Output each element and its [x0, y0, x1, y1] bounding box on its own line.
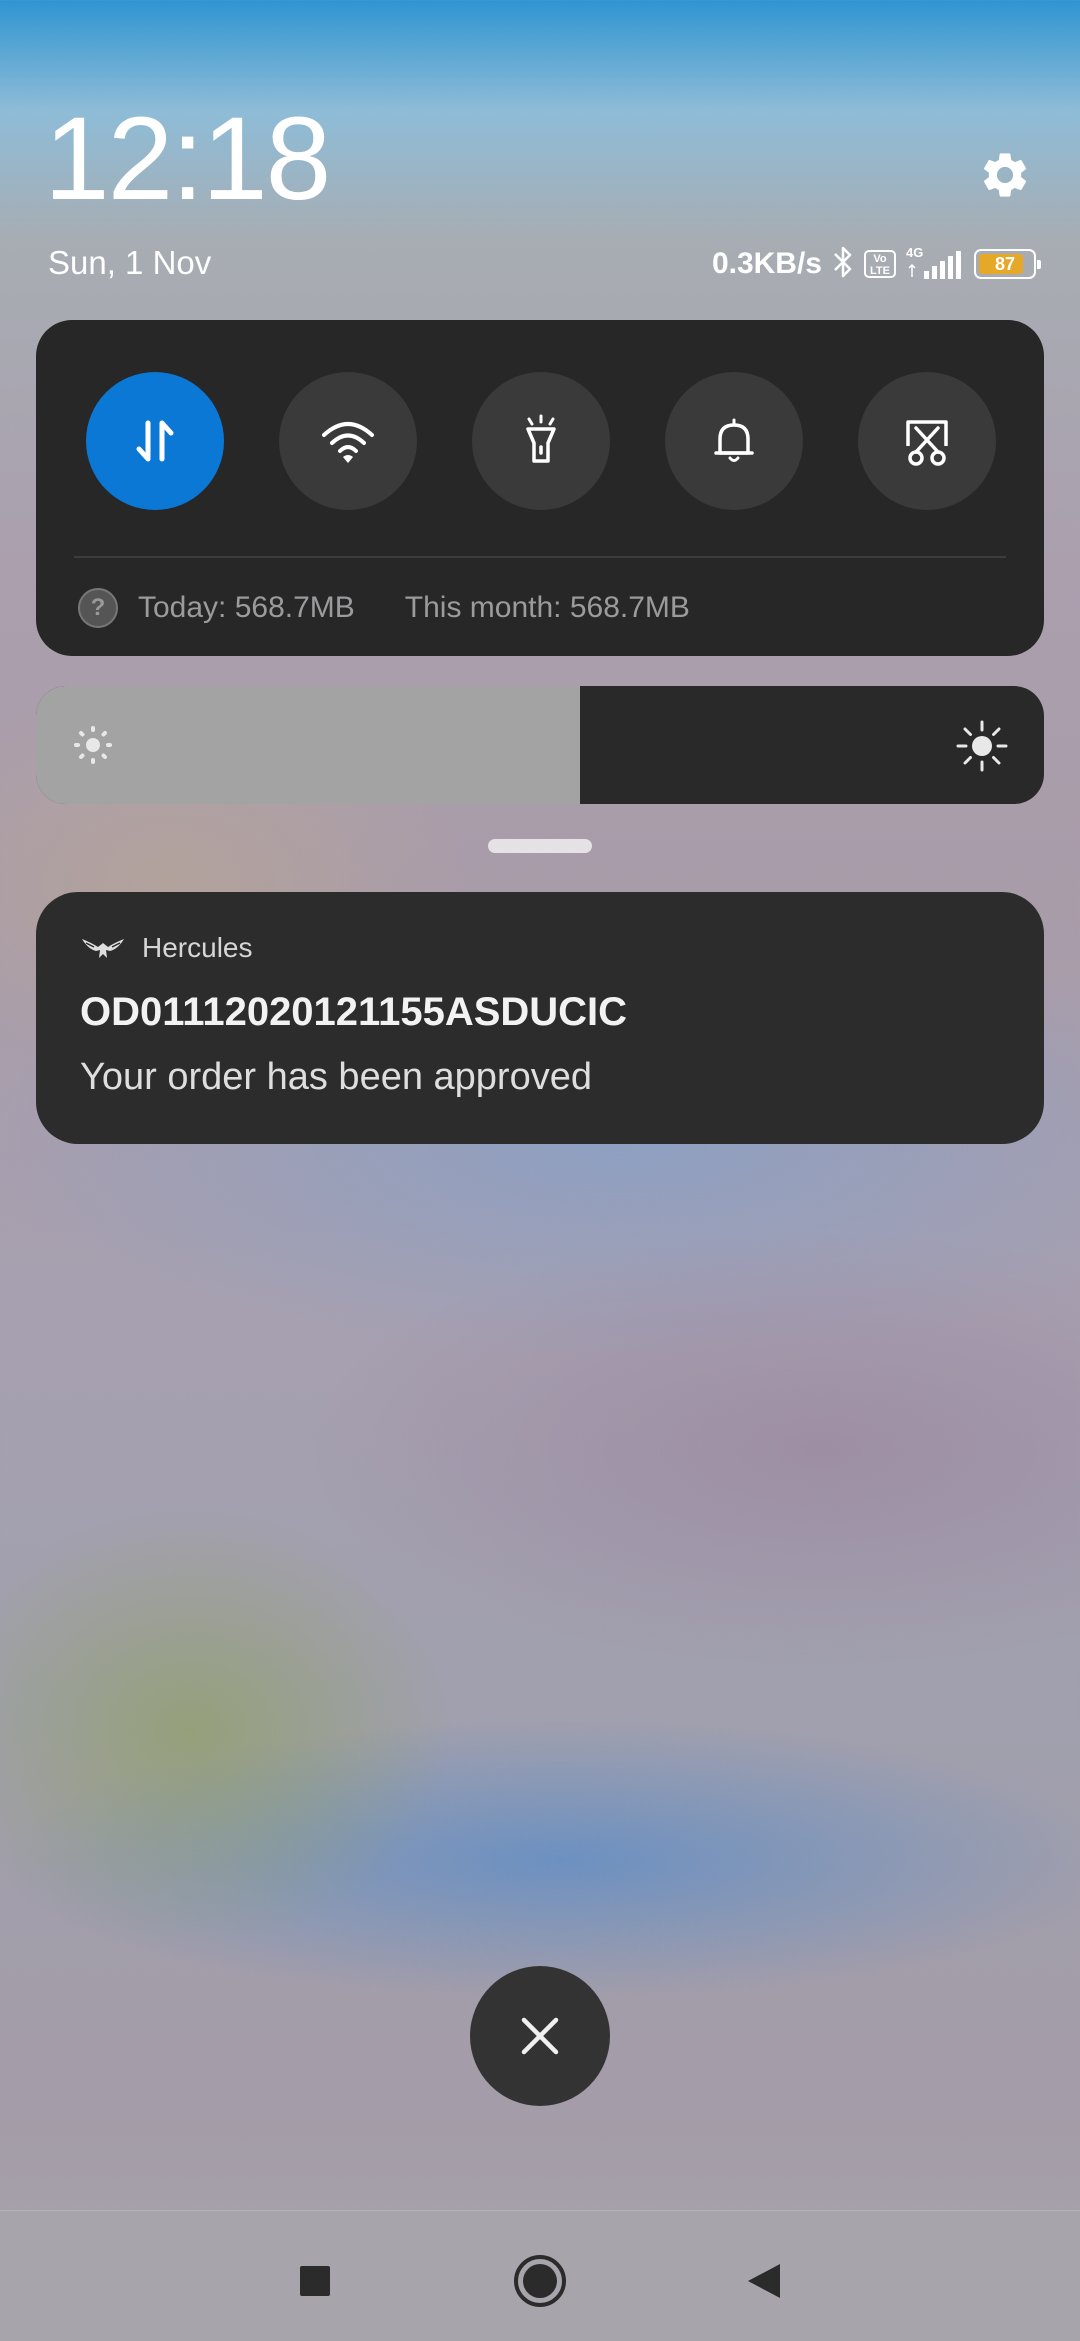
sun-large-icon	[956, 720, 1008, 772]
battery-level: 87	[994, 254, 1016, 274]
wifi-toggle[interactable]	[279, 372, 417, 510]
data-usage-month: This month: 568.7MB	[404, 591, 690, 624]
flashlight-icon	[526, 414, 556, 463]
battery-tip	[1037, 260, 1041, 269]
data-usage-row[interactable]: ? Today: 568.7MB This month: 568.7MB	[78, 586, 690, 630]
bell-icon	[714, 418, 754, 462]
brightness-level-fill	[36, 686, 581, 804]
mobile-data-toggle[interactable]	[86, 372, 224, 510]
flashlight-toggle[interactable]	[472, 372, 610, 510]
close-icon	[521, 2017, 559, 2055]
help-icon: ?	[78, 588, 118, 628]
date-label[interactable]: Sun, 1 Nov	[48, 244, 211, 282]
back-button[interactable]	[734, 2251, 794, 2311]
wifi-icon	[322, 422, 374, 463]
clock-time[interactable]: 12:18	[44, 100, 331, 218]
screenshot-toggle[interactable]	[858, 372, 996, 510]
settings-gear-icon[interactable]	[978, 148, 1032, 202]
scissors-screenshot-icon	[906, 420, 948, 466]
notification-header: Hercules	[80, 932, 252, 964]
network-speed: 0.3KB/s	[711, 247, 822, 280]
notification-card[interactable]: Hercules OD01112020121155ASDUCIC Your or…	[36, 892, 1044, 1144]
home-button[interactable]	[510, 2251, 570, 2311]
sun-small-icon	[74, 726, 112, 764]
hercules-eagle-icon	[82, 939, 124, 958]
data-usage-today: Today: 568.7MB	[138, 591, 355, 624]
quick-settings-panel: ? Today: 568.7MB This month: 568.7MB	[36, 320, 1044, 656]
notification-text: Your order has been approved	[80, 1056, 592, 1098]
battery-icon: 87	[974, 249, 1041, 279]
clear-notifications-button[interactable]	[470, 1966, 610, 2106]
status-icons: 0.3KB/s Vo LTE 4G 87	[711, 244, 1041, 284]
notification-app-name: Hercules	[142, 932, 253, 963]
drag-handle[interactable]	[488, 839, 592, 853]
signal-icon: 4G	[906, 245, 964, 281]
sound-toggle[interactable]	[665, 372, 803, 510]
home-circle-icon	[514, 2255, 566, 2307]
navigation-bar	[0, 2210, 1080, 2341]
bluetooth-icon	[832, 245, 854, 284]
recents-button[interactable]	[285, 2251, 345, 2311]
notification-title: OD01112020121155ASDUCIC	[80, 990, 628, 1034]
back-triangle-icon	[748, 2264, 780, 2298]
volte-icon: Vo LTE	[864, 250, 896, 278]
data-transfer-icon	[136, 420, 174, 462]
divider	[74, 556, 1006, 558]
recents-square-icon	[300, 2266, 330, 2296]
brightness-slider[interactable]	[36, 686, 1044, 804]
